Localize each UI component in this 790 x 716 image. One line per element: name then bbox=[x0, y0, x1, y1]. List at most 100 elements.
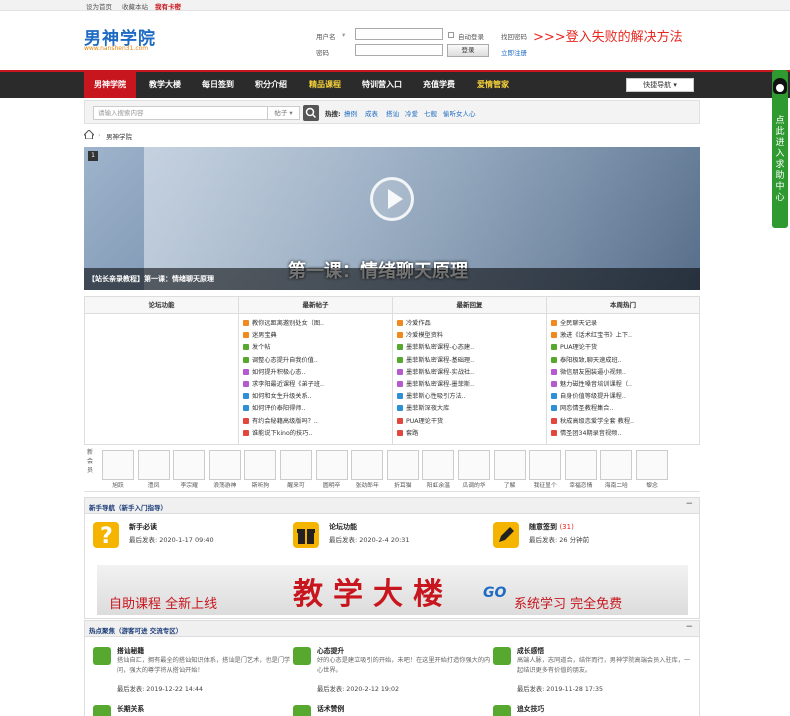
teaching-building-ad[interactable]: 自助课程 全新上线 教学大楼 GO 系统学习 完全免费 bbox=[97, 565, 688, 615]
search-type-select[interactable]: 帖子 ▾ bbox=[268, 106, 300, 120]
search-button[interactable] bbox=[303, 105, 319, 121]
quick-nav-dropdown[interactable]: 快捷导航 ▾ bbox=[626, 78, 694, 92]
avatar[interactable] bbox=[493, 450, 526, 480]
login-help-link[interactable]: >>>登入失败的解决方法 bbox=[533, 26, 683, 45]
thread-link[interactable]: 泰阳极致,聊天速成班.. bbox=[551, 355, 691, 366]
thread-link[interactable]: 如何和女生升级关系.. bbox=[243, 391, 383, 402]
find-password-link[interactable]: 找回密码 bbox=[501, 31, 527, 41]
member-name[interactable]: 浪荡游神 bbox=[209, 480, 241, 489]
nav-item-checkin[interactable]: 每日签到 bbox=[193, 72, 243, 98]
member-name[interactable]: 海南二哈 bbox=[600, 480, 632, 489]
avatar[interactable] bbox=[244, 450, 277, 480]
collapse-icon[interactable]: − bbox=[685, 499, 693, 509]
thread-link[interactable]: 激进《话术红宝书》上下.. bbox=[551, 330, 691, 341]
thread-link[interactable]: 发个帖 bbox=[243, 342, 383, 353]
slide-number[interactable]: 1 bbox=[88, 151, 98, 161]
member-card[interactable]: 李宗耀 bbox=[173, 450, 206, 489]
thread-link[interactable]: 墨菲斯私密课程-实战社.. bbox=[397, 367, 537, 378]
forum-name[interactable]: 新手必读 bbox=[129, 522, 157, 532]
hot-term[interactable]: 七舰 bbox=[424, 108, 437, 118]
forum-growth[interactable]: 成长感悟 高端人脉，志同道合，结伴而行，男神学院高端会员入驻库，一起结识更多有价… bbox=[493, 643, 693, 699]
forum-name[interactable]: 追女技巧 bbox=[517, 703, 544, 713]
thread-link[interactable]: 冷爱模型资料 bbox=[397, 330, 537, 341]
section-title[interactable]: 热点聚焦（游客可进 交流专区） bbox=[89, 625, 182, 635]
member-name[interactable]: 李宗耀 bbox=[173, 480, 205, 489]
avatar[interactable] bbox=[636, 450, 668, 480]
nav-item-recharge[interactable]: 充值学费 bbox=[414, 72, 464, 98]
thread-link[interactable]: 自身价值等级提升课程.. bbox=[551, 391, 691, 402]
forum-name[interactable]: 话术赞例 bbox=[317, 703, 344, 713]
thread-link[interactable]: 如何评价泰阳得师.. bbox=[243, 403, 383, 414]
avatar[interactable] bbox=[208, 450, 241, 480]
avatar[interactable] bbox=[600, 450, 633, 480]
member-name[interactable]: 幸福恋情 bbox=[565, 480, 597, 489]
search-input[interactable]: 请输入搜索内容 bbox=[93, 106, 268, 120]
nav-item-camp[interactable]: 特训营入口 bbox=[353, 72, 411, 98]
member-card[interactable]: 我征显个 bbox=[529, 450, 562, 489]
member-name[interactable]: 阳虹余温 bbox=[422, 480, 454, 489]
thread-link[interactable]: PUA理论干货 bbox=[551, 342, 691, 353]
avatar[interactable] bbox=[315, 450, 348, 480]
forum-name[interactable]: 随意签到 (31) bbox=[529, 522, 574, 532]
forum-long-term[interactable]: 长期关系 bbox=[93, 701, 293, 716]
nav-item-teaching[interactable]: 教学大楼 bbox=[139, 72, 191, 98]
thread-link[interactable]: PUA理论干货 bbox=[397, 416, 537, 427]
help-center-float[interactable]: 点此进入求助中心 bbox=[772, 70, 788, 228]
member-card[interactable]: 海南二哈 bbox=[600, 450, 633, 489]
avatar[interactable] bbox=[102, 450, 134, 480]
auto-login-checkbox[interactable] bbox=[448, 32, 454, 38]
hot-term[interactable]: 撩例 bbox=[344, 108, 357, 118]
member-card[interactable]: 瓜调的华 bbox=[458, 450, 490, 489]
member-name[interactable]: 折耳猫 bbox=[387, 480, 419, 489]
avatar[interactable] bbox=[458, 450, 490, 480]
thread-link[interactable]: 墨菲斯私密课程-墨菲斯.. bbox=[397, 379, 537, 390]
member-name[interactable]: 圆明卒 bbox=[316, 480, 348, 489]
forum-name[interactable]: 搭讪秘籍 bbox=[117, 645, 144, 655]
member-card[interactable]: 圆明卒 bbox=[315, 450, 348, 489]
hot-term[interactable]: 搭讪 bbox=[386, 108, 399, 118]
member-card[interactable]: 张劲郎年 bbox=[351, 450, 384, 489]
home-icon[interactable] bbox=[84, 130, 94, 139]
thread-link[interactable]: 网恋情圣教程集合.. bbox=[551, 403, 691, 414]
forum-pickup[interactable]: 搭讪秘籍 搭讪自汇，拥有最全的搭讪知识体系，搭讪是门艺术，也是门学问，强大的尊学… bbox=[93, 643, 293, 699]
member-name[interactable]: 斯听狗 bbox=[244, 480, 276, 489]
member-name[interactable]: 旭跃 bbox=[102, 480, 134, 489]
username-input[interactable] bbox=[355, 28, 443, 40]
thread-link[interactable]: 套路 bbox=[397, 428, 537, 439]
chevron-down-icon[interactable]: ▾ bbox=[342, 31, 345, 39]
avatar[interactable] bbox=[564, 450, 597, 480]
forum-newbie[interactable]: ? 新手必读 最后发表: 2020-1-17 09:40 bbox=[93, 522, 283, 558]
avatar[interactable] bbox=[280, 450, 312, 480]
thread-link[interactable]: 墨菲斯私密课程-心态建.. bbox=[397, 342, 537, 353]
forum-name[interactable]: 心态提升 bbox=[317, 645, 344, 655]
collapse-icon[interactable]: − bbox=[685, 622, 693, 632]
thread-link[interactable]: 冷爱作品 bbox=[397, 318, 537, 329]
login-button[interactable]: 登录 bbox=[447, 44, 489, 57]
member-name[interactable]: 醒来可 bbox=[280, 480, 312, 489]
forum-checkin[interactable]: 随意签到 (31) 最后发表: 26 分钟前 bbox=[493, 522, 683, 558]
thread-link[interactable]: 求李阳最近课程《弟子班.. bbox=[243, 379, 383, 390]
thread-link[interactable]: 教你远距离邀别处女（图.. bbox=[243, 318, 383, 329]
thread-link[interactable]: 情圣团34期录音视频.. bbox=[551, 428, 691, 439]
thread-link[interactable]: 如何提升积极心态.. bbox=[243, 367, 383, 378]
thread-link[interactable]: 微信朋友圈装逼小视频.. bbox=[551, 367, 691, 378]
thread-link[interactable]: 墨菲斯私密课程-基础理.. bbox=[397, 355, 537, 366]
forum-scripts[interactable]: 话术赞例 bbox=[293, 701, 493, 716]
avatar[interactable] bbox=[386, 450, 419, 480]
nav-item-home[interactable]: 男神学院 bbox=[84, 72, 136, 98]
thread-link[interactable]: 谁能说下kino的技巧.. bbox=[243, 428, 383, 439]
member-card[interactable]: 了解 bbox=[493, 450, 526, 489]
section-title[interactable]: 新手导航（新手入门指导） bbox=[89, 502, 167, 512]
avatar[interactable] bbox=[351, 450, 384, 480]
thread-link[interactable]: 有约会秘籍高级版吗？.. bbox=[243, 416, 383, 427]
member-name[interactable]: 澧凤 bbox=[138, 480, 170, 489]
forum-functions[interactable]: 论坛功能 最后发表: 2020-2-4 20:31 bbox=[293, 522, 483, 558]
hot-term[interactable]: 偷听女人心 bbox=[443, 108, 476, 118]
bookmark-link[interactable]: 收藏本站 bbox=[122, 1, 148, 11]
thread-link[interactable]: 调整心态提升自我价值.. bbox=[243, 355, 383, 366]
member-card[interactable]: 旭跃 bbox=[102, 450, 134, 489]
thread-link[interactable]: 迷男宝典 bbox=[243, 330, 383, 341]
password-input[interactable] bbox=[355, 44, 443, 56]
hot-term[interactable]: 冷爱 bbox=[405, 108, 418, 118]
thread-link[interactable]: 魅力磁性嗓音培训课程（.. bbox=[551, 379, 691, 390]
